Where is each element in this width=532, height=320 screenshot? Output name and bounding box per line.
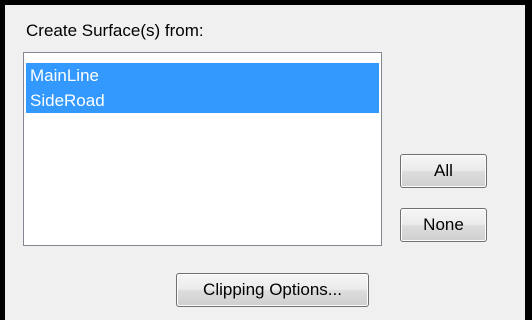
surface-source-listbox[interactable]: MainLine SideRoad: [23, 52, 382, 246]
create-surfaces-label: Create Surface(s) from:: [26, 21, 204, 40]
select-all-button[interactable]: All: [400, 154, 487, 188]
clipping-options-button[interactable]: Clipping Options...: [176, 273, 369, 307]
dialog-panel: Create Surface(s) from: MainLine SideRoa…: [5, 5, 525, 320]
list-item[interactable]: MainLine: [26, 63, 379, 88]
select-none-button[interactable]: None: [400, 208, 487, 242]
list-item[interactable]: SideRoad: [26, 88, 379, 113]
